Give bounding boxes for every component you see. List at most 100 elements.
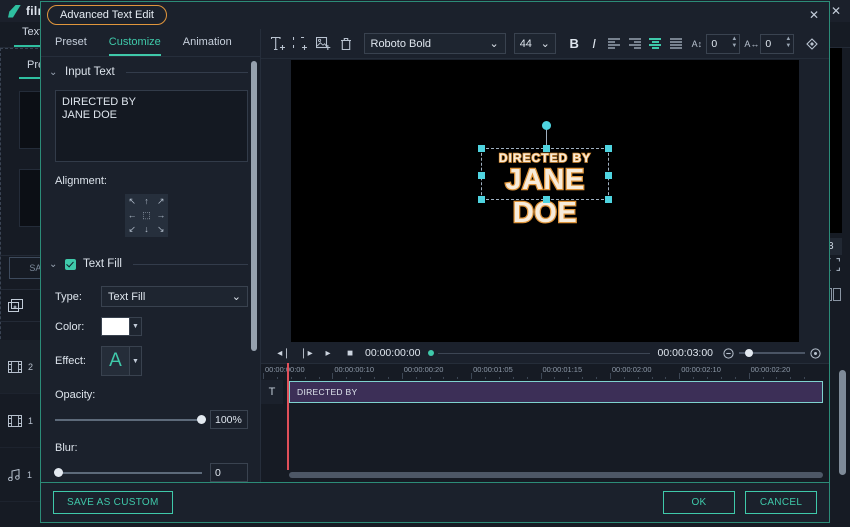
- input-text-textarea[interactable]: DIRECTED BY JANE DOE: [55, 90, 248, 162]
- add-media-icon[interactable]: [8, 298, 23, 313]
- align-bottom-left-icon[interactable]: ↙: [128, 225, 136, 234]
- align-bottom-center-icon[interactable]: ↓: [144, 225, 149, 234]
- zoom-slider-knob[interactable]: [745, 348, 753, 357]
- spinner-arrows[interactable]: ▲ ▼: [785, 36, 791, 50]
- tab-customize[interactable]: Customize: [108, 36, 161, 56]
- text-fill-type-row: Type: Text Fill ⌄: [41, 286, 260, 307]
- dialog-titlebar: Advanced Text Edit ✕: [41, 2, 829, 29]
- next-frame-button[interactable]: ❘▸: [295, 348, 317, 359]
- line-spacing-group: A↕ 0 ▲ ▼: [690, 33, 741, 54]
- align-top-center-icon[interactable]: ↑: [144, 196, 149, 206]
- playhead-position-knob[interactable]: [428, 350, 435, 356]
- text-selection-box[interactable]: DIRECTED BY JANE DOE: [478, 121, 612, 230]
- text-effect-preview[interactable]: A: [101, 346, 130, 376]
- add-shape-icon[interactable]: [290, 32, 313, 56]
- add-text-icon[interactable]: [267, 32, 290, 56]
- blur-slider-row: 0: [41, 463, 260, 482]
- ruler-tick: [609, 373, 611, 379]
- resize-handle-bottom-left[interactable]: [478, 196, 485, 203]
- ruler-timecode-label: 00:00:02:20: [750, 365, 791, 374]
- preview-text-line-1: DIRECTED BY: [498, 150, 592, 166]
- chevron-down-icon[interactable]: ▼: [130, 346, 142, 376]
- resize-handle-top-center[interactable]: [543, 145, 550, 152]
- align-middle-right-icon[interactable]: →: [156, 210, 165, 220]
- align-right-icon[interactable]: [624, 33, 645, 55]
- line-spacing-value: 0: [711, 37, 718, 50]
- editor-panel: Roboto Bold ⌄ 44 ⌄ B I A↕ 0 ▲ ▼ A↔ 0 ▲ ▼…: [261, 29, 829, 482]
- resize-handle-middle-left[interactable]: [478, 172, 485, 179]
- letter-spacing-field[interactable]: 0 ▲ ▼: [760, 33, 795, 54]
- ruler-tick: [415, 376, 417, 379]
- text-fill-color-picker[interactable]: ▼: [101, 317, 142, 336]
- previous-frame-button[interactable]: ◂❘: [273, 348, 295, 359]
- current-timecode: 00:00:00:00: [365, 347, 421, 359]
- background-vertical-scrollbar[interactable]: [839, 370, 846, 475]
- align-top-right-icon[interactable]: ↗: [157, 196, 165, 206]
- alignment-grid[interactable]: ↖ ↑ ↗ ← ⬚ → ↙ ↓ ↘: [125, 194, 168, 237]
- ruler-tick: [498, 376, 500, 379]
- timeline-ruler[interactable]: 00:00:00:00 00:00:00:10 00:00:00:20 00:00:0…: [261, 363, 829, 380]
- resize-handle-top-left[interactable]: [478, 145, 485, 152]
- save-as-custom-button[interactable]: SAVE AS CUSTOM: [53, 491, 173, 514]
- resize-handle-bottom-right[interactable]: [605, 196, 612, 203]
- text-fill-type-select[interactable]: Text Fill ⌄: [101, 286, 248, 307]
- tab-preset[interactable]: Preset: [55, 36, 87, 56]
- timeline-clip[interactable]: DIRECTED BY: [289, 381, 823, 403]
- line-spacing-field[interactable]: 0 ▲ ▼: [706, 33, 741, 54]
- text-fill-checkbox[interactable]: [65, 258, 76, 270]
- opacity-slider-knob[interactable]: [197, 414, 206, 424]
- settings-vertical-scrollbar[interactable]: [251, 61, 257, 351]
- blur-value-field[interactable]: 0: [210, 463, 248, 482]
- zoom-controls: [723, 347, 821, 359]
- opacity-value-field[interactable]: 100%: [210, 410, 248, 429]
- opacity-slider-track[interactable]: [55, 414, 206, 424]
- text-fill-effect-picker[interactable]: A ▼: [101, 346, 142, 376]
- section-header-input-text[interactable]: ⌄ Input Text: [41, 57, 260, 84]
- zoom-slider-track[interactable]: [739, 348, 805, 357]
- zoom-in-icon[interactable]: [810, 347, 821, 359]
- timeline-horizontal-scrollbar[interactable]: [289, 472, 823, 478]
- blur-slider-knob[interactable]: [54, 467, 63, 477]
- ok-button[interactable]: OK: [663, 491, 735, 514]
- window-close-button[interactable]: ✕: [829, 4, 843, 18]
- audio-track-icon: [8, 468, 20, 481]
- diamond-settings-icon[interactable]: [800, 32, 823, 56]
- play-button[interactable]: ▸: [317, 348, 339, 359]
- align-center-icon[interactable]: [645, 33, 666, 55]
- rotation-handle[interactable]: [542, 121, 551, 130]
- stop-button[interactable]: ■: [339, 348, 361, 359]
- playhead-position-track[interactable]: [438, 352, 650, 354]
- align-justify-icon[interactable]: [666, 33, 687, 55]
- resize-handle-bottom-center[interactable]: [543, 196, 550, 203]
- ruler-tick: [443, 376, 445, 379]
- background-track-number: 1: [27, 469, 33, 480]
- total-timecode: 00:00:03:00: [657, 347, 713, 359]
- preview-canvas[interactable]: DIRECTED BY JANE DOE: [291, 60, 799, 342]
- cancel-button[interactable]: CANCEL: [745, 491, 817, 514]
- resize-handle-middle-right[interactable]: [605, 172, 612, 179]
- align-middle-left-icon[interactable]: ←: [128, 210, 137, 220]
- add-image-icon[interactable]: [312, 32, 335, 56]
- font-family-select[interactable]: Roboto Bold ⌄: [363, 33, 506, 54]
- align-top-left-icon[interactable]: ↖: [128, 196, 136, 206]
- chevron-down-icon[interactable]: ▼: [130, 317, 142, 336]
- align-bottom-right-icon[interactable]: ↘: [157, 225, 165, 234]
- blur-slider-track[interactable]: [54, 467, 202, 477]
- align-left-icon[interactable]: [603, 33, 624, 55]
- trash-icon[interactable]: [335, 32, 358, 56]
- tab-animation[interactable]: Animation: [183, 36, 232, 56]
- resize-handle-top-right[interactable]: [605, 145, 612, 152]
- filmora-logo-icon: [8, 4, 21, 18]
- section-header-text-fill[interactable]: ⌄ Text Fill: [41, 249, 260, 276]
- spinner-arrows[interactable]: ▲ ▼: [731, 36, 737, 50]
- align-center-icon[interactable]: ⬚: [142, 210, 151, 220]
- dialog-close-button[interactable]: ✕: [807, 8, 821, 22]
- bold-button[interactable]: B: [564, 36, 585, 51]
- ruler-tick: [693, 376, 695, 379]
- video-track-icon: [8, 414, 22, 427]
- zoom-out-icon[interactable]: [723, 347, 734, 359]
- font-size-select[interactable]: 44 ⌄: [513, 33, 556, 54]
- timeline-playhead[interactable]: [287, 363, 289, 470]
- text-fill-color-swatch[interactable]: [101, 317, 130, 336]
- italic-button[interactable]: I: [585, 36, 604, 51]
